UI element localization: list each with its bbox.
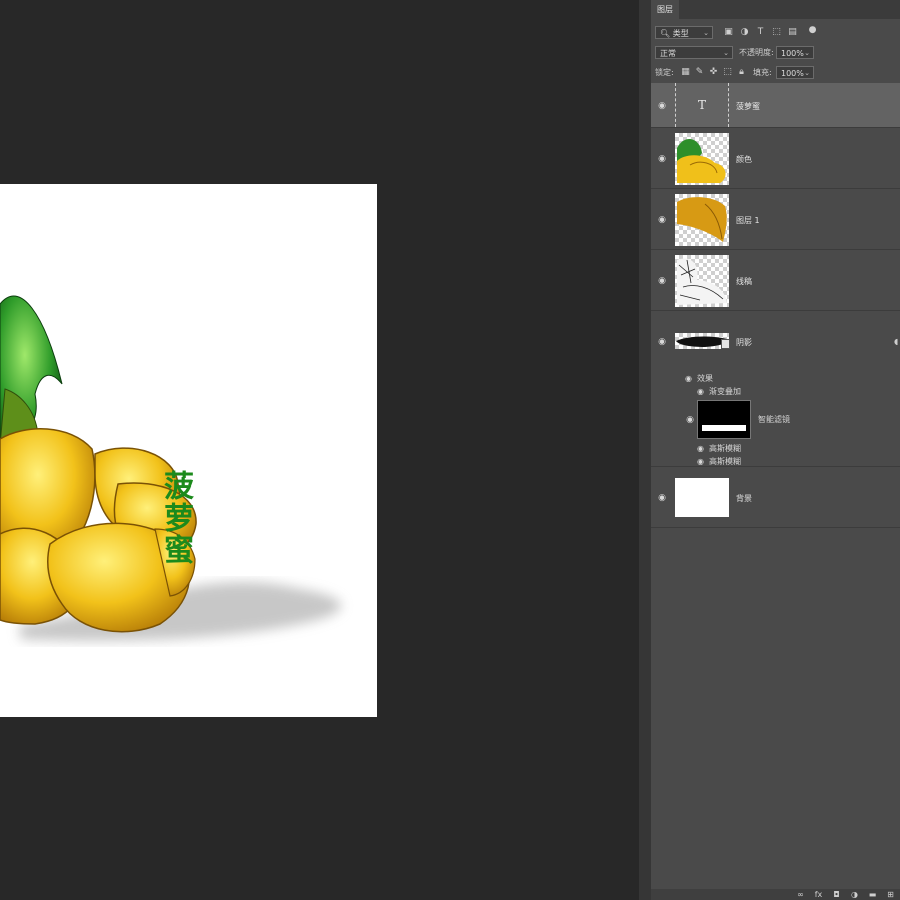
chevron-down-icon: ⌄ [804,49,810,57]
layer-row-lineart[interactable]: ◉ 线稿 [651,250,900,311]
visibility-eye-icon[interactable]: ◉ [657,102,667,111]
filter-gaussian-blur-2[interactable]: ◉ 高斯模糊 [697,456,741,467]
visibility-eye-icon[interactable]: ◉ [697,457,707,466]
layer-thumbnail [675,133,729,185]
lock-label: 锁定: [655,68,674,77]
link-layers-icon[interactable]: ∞ [795,889,806,900]
visibility-eye-icon[interactable]: ◉ [685,416,695,425]
filter-toggle-icon[interactable]: ● [807,25,818,36]
smart-object-filter-icon[interactable]: ▤ [787,27,798,38]
filter-kind-select[interactable]: 🔍︎ 类型 ⌄ [655,26,713,39]
visibility-eye-icon[interactable]: ◉ [657,494,667,503]
filter-kind-value: 类型 [672,29,689,38]
visibility-eye-icon[interactable]: ◉ [685,374,695,383]
opacity-label: 不透明度: [739,48,774,57]
shape-filter-icon[interactable]: ⬚ [771,27,782,38]
visibility-eye-icon[interactable]: ◉ [697,387,707,396]
layer-row-shadow[interactable]: ◉ 阴影 ◖ ◉ 效果 ◉ 渐变叠加 ◉ 智能滤镜 ◉ 高斯模糊 ◉ 高斯模糊 [651,311,900,467]
smart-object-badge-icon [721,339,730,349]
layer-row-text[interactable]: ◉ T 菠萝蜜 [651,83,900,128]
adjustment-layer-icon[interactable]: ◑ [849,889,860,900]
opacity-value: 100% [781,49,804,58]
smart-filter-label: 智能滤镜 [758,415,790,424]
chevron-down-icon: ⌄ [804,69,810,77]
visibility-eye-icon[interactable]: ◉ [697,444,707,453]
title-text-vertical: 菠萝蜜 [158,470,193,566]
fx-icon[interactable]: fx [813,889,824,900]
document-canvas[interactable]: 菠萝蜜 [0,184,377,717]
panel-divider[interactable] [639,0,651,900]
lock-image-icon[interactable]: ✎ [694,67,705,78]
opacity-input[interactable]: 100% ⌄ [776,46,814,59]
layer-name: 线稿 [736,277,752,286]
layer1-preview [677,197,727,242]
adjustment-filter-icon[interactable]: ◑ [739,27,750,38]
effects-row[interactable]: ◉ 效果 [685,373,713,384]
layer-name: 菠萝蜜 [736,102,760,111]
tab-layers[interactable]: 图层 [651,0,679,19]
fill-value: 100% [781,69,804,78]
smart-filter-mask-thumbnail[interactable] [697,400,751,439]
panel-tab-bar: 图层 [651,0,900,19]
visibility-eye-icon[interactable]: ◉ [657,216,667,225]
layer-row-color[interactable]: ◉ 颜色 [651,128,900,189]
lock-transparent-icon[interactable]: ▦ [680,67,691,78]
lock-position-icon[interactable]: ✜ [708,67,719,78]
color-layer-preview [677,138,726,183]
lineart-preview [677,258,727,305]
fx-expand-icon[interactable]: ◖ [894,337,898,346]
visibility-eye-icon[interactable]: ◉ [657,155,667,164]
jackfruit-artwork [0,295,342,641]
effects-label: 效果 [697,374,713,383]
layers-panel: 图层 🔍︎ 类型 ⌄ ▣ ◑ T ⬚ ▤ ● 正常 ⌄ 不透明度: 100% ⌄… [651,0,900,900]
type-filter-icon[interactable]: T [755,27,766,38]
layer-name: 图层 1 [736,216,760,225]
lock-all-icon[interactable]: 🔒︎ [736,67,747,78]
filter-name: 高斯模糊 [709,457,741,466]
add-mask-icon[interactable]: ◘ [831,889,842,900]
lock-artboard-icon[interactable]: ⬚ [722,67,733,78]
visibility-eye-icon[interactable]: ◉ [657,277,667,286]
panel-footer: ∞ fx ◘ ◑ ▬ ⊞ [651,889,900,900]
layer-thumbnail [675,255,729,307]
blend-mode-select[interactable]: 正常 ⌄ [655,46,733,59]
layer-name: 阴影 [736,338,752,347]
layer-name: 背景 [736,494,752,503]
chevron-down-icon: ⌄ [703,29,709,37]
filter-gaussian-blur-1[interactable]: ◉ 高斯模糊 [697,443,741,454]
canvas-area[interactable]: 菠萝蜜 [0,0,640,900]
layer-thumbnail [675,478,729,517]
chevron-down-icon: ⌄ [723,49,729,57]
new-layer-icon[interactable]: ⊞ [885,889,896,900]
filter-mask-band [702,425,746,431]
new-group-icon[interactable]: ▬ [867,889,878,900]
search-icon: 🔍︎ [660,29,671,38]
blend-mode-value: 正常 [660,49,676,58]
effect-gradient-overlay[interactable]: ◉ 渐变叠加 [697,386,741,397]
visibility-eye-icon[interactable]: ◉ [657,338,667,347]
text-layer-thumbnail: T [675,83,729,127]
fill-label: 填充: [753,68,772,77]
fill-input[interactable]: 100% ⌄ [776,66,814,79]
layer-row-background[interactable]: ◉ 背景 [651,467,900,528]
layer-row-layer1[interactable]: ◉ 图层 1 [651,189,900,250]
text-layer-icon: T [697,98,706,112]
filter-name: 高斯模糊 [709,444,741,453]
layer-name: 颜色 [736,155,752,164]
image-filter-icon[interactable]: ▣ [723,27,734,38]
effect-name: 渐变叠加 [709,387,741,396]
layer-thumbnail [675,194,729,246]
